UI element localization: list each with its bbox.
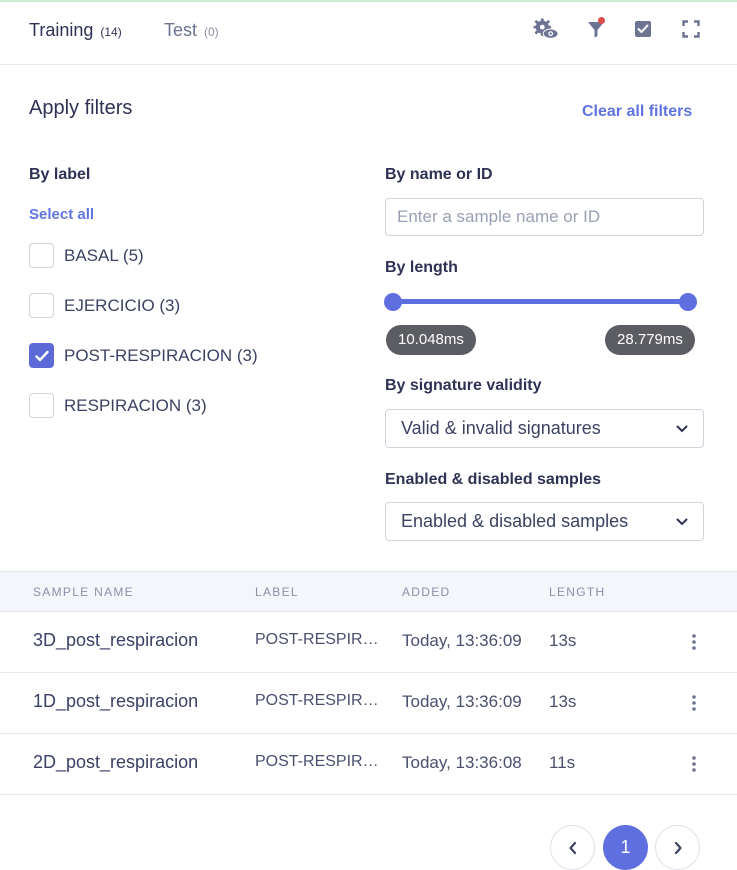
more-options-icon[interactable] bbox=[684, 690, 704, 716]
table-header: SAMPLE NAME LABEL ADDED LENGTH bbox=[0, 571, 737, 612]
filter-icon[interactable] bbox=[583, 16, 609, 42]
more-options-icon[interactable] bbox=[684, 751, 704, 777]
more-options-icon[interactable] bbox=[684, 629, 704, 655]
chevron-down-icon bbox=[676, 425, 688, 432]
sample-added-cell: Today, 13:36:09 bbox=[402, 692, 522, 711]
next-page-button[interactable] bbox=[655, 825, 700, 870]
clear-all-filters-link[interactable]: Clear all filters bbox=[582, 103, 692, 121]
label-option-text: BASAL (5) bbox=[64, 245, 144, 265]
chevron-left-icon bbox=[568, 841, 576, 854]
checkbox-icon[interactable] bbox=[630, 16, 656, 42]
label-option-text: POST-RESPIRACION (3) bbox=[64, 345, 258, 365]
tab-training[interactable]: Training (14) bbox=[29, 20, 122, 41]
sample-label-cell: POST-RESPIRACION bbox=[255, 753, 379, 770]
checkbox[interactable] bbox=[29, 393, 54, 418]
filters-title: Apply filters bbox=[29, 97, 133, 119]
checkmark-icon bbox=[34, 350, 49, 361]
signature-validity-select[interactable]: Valid & invalid signatures bbox=[385, 409, 704, 448]
page-1-button[interactable]: 1 bbox=[603, 825, 648, 870]
chevron-down-icon bbox=[676, 518, 688, 525]
select-all-link[interactable]: Select all bbox=[29, 206, 94, 223]
by-length-heading: By length bbox=[385, 259, 458, 276]
by-signature-heading: By signature validity bbox=[385, 377, 542, 394]
enabled-samples-value: Enabled & disabled samples bbox=[401, 511, 629, 531]
column-header-length[interactable]: LENGTH bbox=[549, 585, 605, 599]
sample-label-cell: POST-RESPIRACION bbox=[255, 631, 379, 648]
table-row[interactable]: 2D_post_respiracion POST-RESPIRACION Tod… bbox=[0, 734, 737, 795]
checkbox-checked[interactable] bbox=[29, 343, 54, 368]
sample-label-cell: POST-RESPIRACION bbox=[255, 692, 379, 709]
settings-eye-icon[interactable] bbox=[533, 16, 559, 42]
length-slider-min-handle[interactable] bbox=[384, 293, 402, 311]
by-name-heading: By name or ID bbox=[385, 166, 493, 183]
label-option-text: RESPIRACION (3) bbox=[64, 395, 207, 415]
sample-length-cell: 13s bbox=[549, 692, 577, 711]
length-slider-max-handle[interactable] bbox=[679, 293, 697, 311]
checkbox[interactable] bbox=[29, 243, 54, 268]
tab-test-count: (0) bbox=[204, 25, 219, 39]
sample-length-cell: 11s bbox=[549, 753, 576, 772]
label-option-basal[interactable]: BASAL (5) bbox=[29, 243, 144, 268]
tab-training-count: (14) bbox=[100, 25, 122, 39]
label-option-ejercicio[interactable]: EJERCICIO (3) bbox=[29, 293, 180, 318]
table-row[interactable]: 3D_post_respiracion POST-RESPIRACION Tod… bbox=[0, 612, 737, 673]
enabled-samples-select[interactable]: Enabled & disabled samples bbox=[385, 502, 704, 541]
sample-name-cell[interactable]: 3D_post_respiracion bbox=[33, 630, 198, 651]
previous-page-button[interactable] bbox=[550, 825, 595, 870]
enabled-samples-heading: Enabled & disabled samples bbox=[385, 471, 602, 488]
label-option-post-respiracion[interactable]: POST-RESPIRACION (3) bbox=[29, 343, 258, 368]
column-header-sample-name[interactable]: SAMPLE NAME bbox=[33, 585, 134, 599]
column-header-label[interactable]: LABEL bbox=[255, 585, 299, 599]
chevron-right-icon bbox=[674, 841, 682, 854]
tab-training-label: Training bbox=[29, 20, 94, 40]
length-slider-track[interactable] bbox=[393, 299, 688, 304]
column-header-added[interactable]: ADDED bbox=[402, 585, 451, 599]
sample-name-cell[interactable]: 2D_post_respiracion bbox=[33, 752, 198, 773]
table-row[interactable]: 1D_post_respiracion POST-RESPIRACION Tod… bbox=[0, 673, 737, 734]
tab-test-label: Test bbox=[164, 20, 198, 40]
sample-added-cell: Today, 13:36:09 bbox=[402, 631, 522, 650]
sample-added-cell: Today, 13:36:08 bbox=[402, 753, 522, 772]
fullscreen-icon[interactable] bbox=[678, 16, 704, 42]
label-option-text: EJERCICIO (3) bbox=[64, 295, 181, 315]
filter-active-dot bbox=[598, 17, 605, 24]
signature-validity-value: Valid & invalid signatures bbox=[401, 418, 601, 438]
header-bar: Training (14) Test (0) bbox=[0, 2, 737, 65]
tab-test[interactable]: Test (0) bbox=[164, 20, 219, 41]
length-max-tooltip: 28.779ms bbox=[605, 325, 695, 355]
sample-length-cell: 13s bbox=[549, 631, 577, 650]
by-label-heading: By label bbox=[29, 166, 91, 183]
sample-name-search-input[interactable] bbox=[385, 198, 704, 236]
checkbox[interactable] bbox=[29, 293, 54, 318]
sample-name-cell[interactable]: 1D_post_respiracion bbox=[33, 691, 198, 712]
length-min-tooltip: 10.048ms bbox=[386, 325, 476, 355]
label-option-respiracion[interactable]: RESPIRACION (3) bbox=[29, 393, 207, 418]
